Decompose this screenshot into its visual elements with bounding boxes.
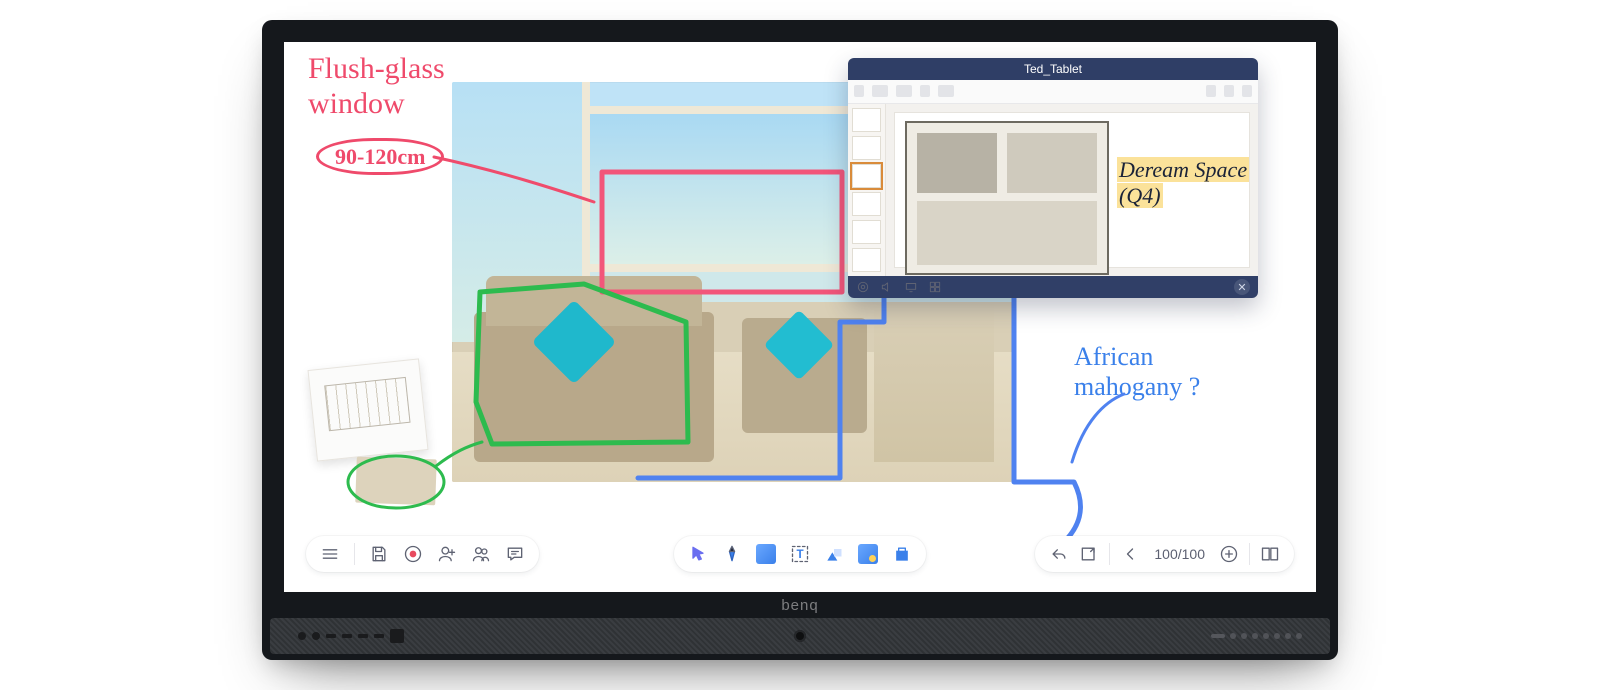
ribbon-item[interactable] xyxy=(854,85,864,97)
divider xyxy=(354,543,355,565)
undo-icon[interactable] xyxy=(1049,544,1069,564)
speaker-bar xyxy=(270,618,1330,654)
record-icon[interactable] xyxy=(403,544,423,564)
ribbon-item[interactable] xyxy=(920,85,930,97)
sub-window-bottom-bar: ✕ xyxy=(848,276,1258,298)
users-icon[interactable] xyxy=(471,544,491,564)
hw-button[interactable] xyxy=(1230,633,1236,639)
save-icon[interactable] xyxy=(369,544,389,564)
audio-icon[interactable] xyxy=(856,280,870,294)
port xyxy=(374,634,384,638)
hw-button[interactable] xyxy=(1296,633,1302,639)
select-tool-icon[interactable] xyxy=(688,544,708,564)
slide-thumbnails[interactable] xyxy=(848,104,886,276)
port xyxy=(358,634,368,638)
ribbon-item[interactable] xyxy=(1224,85,1234,97)
grid-icon[interactable] xyxy=(928,280,942,294)
sub-window-body: Deream Space (Q4) xyxy=(848,104,1258,276)
ribbon-item[interactable] xyxy=(1206,85,1216,97)
toolbar-center: T xyxy=(674,536,926,572)
slide-thumb[interactable] xyxy=(852,136,881,160)
slide-thumb[interactable] xyxy=(852,248,881,272)
present-icon[interactable] xyxy=(904,280,918,294)
photo-table xyxy=(874,302,994,462)
image-tool-icon[interactable] xyxy=(858,544,878,564)
camera-icon xyxy=(794,630,806,642)
sub-window-ribbon[interactable] xyxy=(848,80,1258,105)
page-counter: 100/100 xyxy=(1150,546,1209,562)
nfc-icon xyxy=(390,629,404,643)
slide-thumb[interactable] xyxy=(852,108,881,132)
hardware-buttons xyxy=(1211,633,1302,639)
shapes-tool-icon[interactable] xyxy=(824,544,844,564)
ports-left xyxy=(298,629,404,643)
sub-window-close-button[interactable]: ✕ xyxy=(1234,279,1250,295)
slide-thumb-active[interactable] xyxy=(852,164,881,188)
volume-icon[interactable] xyxy=(880,280,894,294)
ribbon-item[interactable] xyxy=(1242,85,1252,97)
hw-button[interactable] xyxy=(1252,633,1258,639)
svg-text:T: T xyxy=(796,548,803,561)
sub-window-title[interactable]: Ted_Tablet xyxy=(848,58,1258,80)
sketch-card[interactable] xyxy=(307,358,428,461)
annotation-dream-space[interactable]: Deream Space (Q4) xyxy=(1117,157,1257,208)
ribbon-item[interactable] xyxy=(872,85,888,97)
annotation-dimension[interactable]: 90-120cm xyxy=(316,138,444,175)
port xyxy=(312,632,320,640)
divider xyxy=(1109,543,1110,565)
pen-tool-icon[interactable] xyxy=(722,544,742,564)
toolbar-right: 100/100 xyxy=(1035,536,1294,572)
floorplan-graphic xyxy=(905,121,1109,275)
comment-icon[interactable] xyxy=(505,544,525,564)
benq-logo: benq xyxy=(781,597,818,614)
hw-button[interactable] xyxy=(1274,633,1280,639)
hw-button[interactable] xyxy=(1285,633,1291,639)
add-user-icon[interactable] xyxy=(437,544,457,564)
pages-overview-icon[interactable] xyxy=(1260,544,1280,564)
interactive-display: Flush-glass window 90-120cm African maho… xyxy=(262,20,1338,660)
sub-window-ted-tablet[interactable]: Ted_Tablet xyxy=(848,58,1258,298)
slide-thumb[interactable] xyxy=(852,192,881,216)
port xyxy=(298,632,306,640)
ribbon-item[interactable] xyxy=(896,85,912,97)
annotation-window-title[interactable]: Flush-glass window xyxy=(308,52,478,121)
slide-thumb[interactable] xyxy=(852,220,881,244)
hw-button[interactable] xyxy=(1211,634,1225,638)
toolbar-left xyxy=(306,536,539,572)
slide-canvas[interactable]: Deream Space (Q4) xyxy=(894,112,1250,268)
port xyxy=(326,634,336,638)
menu-icon[interactable] xyxy=(320,544,340,564)
text-tool-icon[interactable]: T xyxy=(790,544,810,564)
prev-page-icon[interactable] xyxy=(1120,544,1140,564)
divider xyxy=(1249,543,1250,565)
app-tool-icon[interactable] xyxy=(892,544,912,564)
hw-button[interactable] xyxy=(1241,633,1247,639)
whiteboard-screen[interactable]: Flush-glass window 90-120cm African maho… xyxy=(284,42,1316,592)
add-page-icon[interactable] xyxy=(1219,544,1239,564)
annotation-floor-question[interactable]: African mahogany ? xyxy=(1074,342,1224,402)
hw-button[interactable] xyxy=(1263,633,1269,639)
square-tool-icon[interactable] xyxy=(756,544,776,564)
fabric-swatch[interactable] xyxy=(355,457,437,506)
ribbon-item[interactable] xyxy=(938,85,954,97)
port xyxy=(342,634,352,638)
export-icon[interactable] xyxy=(1079,544,1099,564)
